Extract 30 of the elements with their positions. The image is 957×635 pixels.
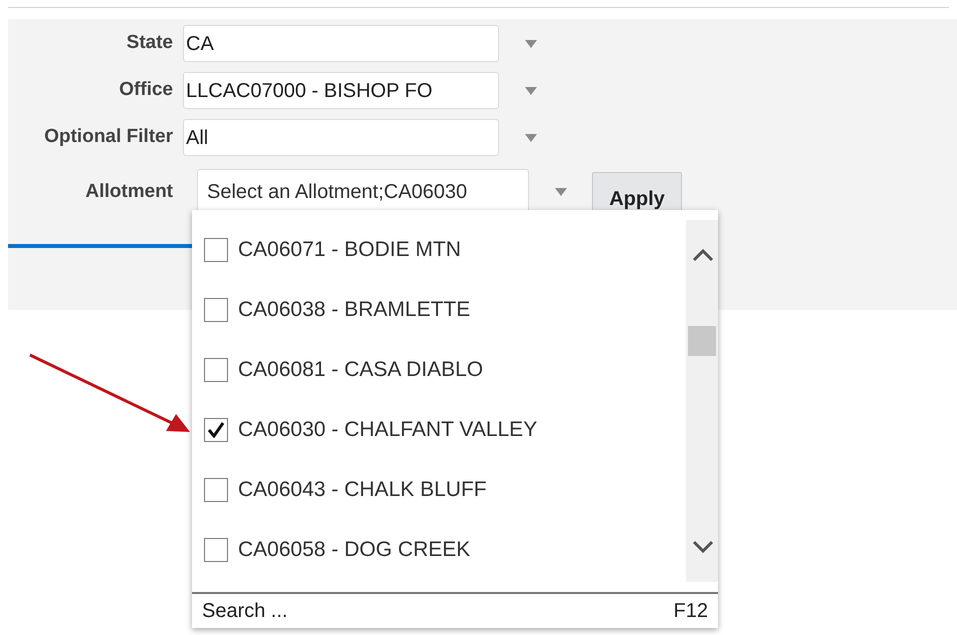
shortcut-key: F12: [674, 596, 708, 626]
checkbox[interactable]: [204, 418, 228, 442]
option-label[interactable]: CA06038 - BRAMLETTE: [238, 294, 470, 326]
dropdown-arrow-icon[interactable]: [554, 187, 568, 197]
checkmark-icon: [207, 422, 225, 438]
checkbox[interactable]: [204, 238, 228, 262]
field-label: State: [126, 32, 173, 54]
checkbox[interactable]: [204, 298, 228, 322]
option-label[interactable]: CA06071 - BODIE MTN: [238, 234, 461, 266]
scroll-up-icon[interactable]: [692, 248, 714, 262]
field-label: Optional Filter: [44, 126, 173, 148]
dropdown-arrow-icon[interactable]: [524, 38, 538, 48]
option-label[interactable]: CA06043 - CHALK BLUFF: [238, 474, 487, 506]
scroll-down-icon[interactable]: [692, 540, 714, 554]
option-label[interactable]: CA06030 - CHALFANT VALLEY: [238, 414, 538, 446]
option-label[interactable]: CA06058 - DOG CREEK: [238, 534, 470, 566]
dropdown-arrow-icon[interactable]: [524, 86, 538, 96]
field-label: Office: [119, 79, 173, 100]
select-field[interactable]: CA: [183, 25, 499, 62]
select-field[interactable]: LLCAC07000 - BISHOP FO: [183, 72, 499, 109]
search-field[interactable]: Search ... F12: [192, 592, 718, 628]
checkbox[interactable]: [204, 538, 228, 562]
checkbox[interactable]: [204, 478, 228, 502]
scrollbar-thumb[interactable]: [688, 326, 716, 356]
option-label[interactable]: CA06081 - CASA DIABLO: [238, 354, 484, 386]
checkbox[interactable]: [204, 358, 228, 382]
scrollbar[interactable]: [686, 220, 718, 582]
select-field[interactable]: All: [183, 119, 499, 156]
dropdown-arrow-icon[interactable]: [524, 132, 538, 142]
field-label: Allotment: [85, 180, 173, 202]
